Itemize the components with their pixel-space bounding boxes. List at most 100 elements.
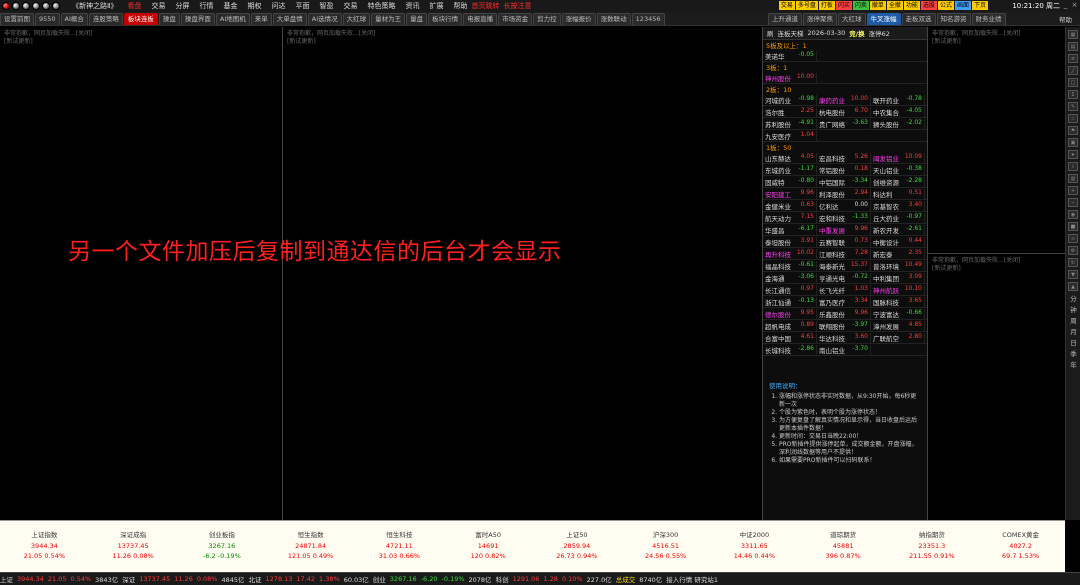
stock-name[interactable]: 长江通信 xyxy=(765,285,791,295)
stock-name[interactable]: 中重发展 xyxy=(819,225,845,235)
tab-item[interactable]: 连股策略 xyxy=(88,13,123,25)
stock-name[interactable]: 创维资源 xyxy=(873,177,899,187)
stock-cell[interactable]: 天山铝业 -0.38 xyxy=(871,164,925,175)
index-item[interactable]: 恒生指数 24871.84 121.05 0.49% xyxy=(266,521,355,572)
refresh-button[interactable]: 刷 xyxy=(767,28,774,38)
index-item[interactable]: 中证2000 3311.65 14.46 0.44% xyxy=(710,521,799,572)
menu-item[interactable]: 看盘 xyxy=(127,2,141,10)
minimize-icon[interactable]: _ xyxy=(1061,1,1070,10)
stock-name[interactable]: 航天动力 xyxy=(765,213,791,223)
toolbar-link-icon[interactable]: ∞ xyxy=(1068,234,1078,243)
stock-name[interactable]: 科达利 xyxy=(873,189,893,199)
index-item[interactable]: 创业板指 3267.16 -6.2 -0.19% xyxy=(178,521,267,572)
stock-name[interactable]: 普洛环境 xyxy=(873,261,899,271)
index-item[interactable]: 深证成指 13737.45 11.26 0.08% xyxy=(89,521,178,572)
stock-cell[interactable]: 苏利股份 -4.91 xyxy=(763,118,817,129)
stock-name[interactable]: 京基智农 xyxy=(873,201,899,211)
stock-cell[interactable]: 泰坦股份 3.91 xyxy=(763,236,817,247)
stock-name[interactable]: 浩尔胜 xyxy=(765,107,785,117)
stock-name[interactable]: 亨通光电 xyxy=(819,273,845,283)
retry-text[interactable]: [新试更新] xyxy=(932,265,1061,273)
stock-cell[interactable]: 美诺华 -0.05 xyxy=(763,50,817,61)
toolbar-pen-icon[interactable]: ✎ xyxy=(1068,102,1078,111)
stock-name[interactable]: 联翔股份 xyxy=(819,321,845,331)
period-button[interactable]: 日 xyxy=(1066,338,1080,349)
stock-cell[interactable]: 丘大药业 -0.97 xyxy=(871,212,925,223)
stock-cell[interactable]: 富乃医疗 3.34 xyxy=(817,296,871,307)
tab-item[interactable]: 大红球 xyxy=(342,13,371,25)
stock-cell[interactable]: 乐鑫股份 9.96 xyxy=(817,308,871,319)
toolbar-tools-icon[interactable]: ⚙ xyxy=(1068,246,1078,255)
stock-cell[interactable]: 利泽股份 2.94 xyxy=(817,188,871,199)
stock-cell[interactable]: 普洛环境 10.49 xyxy=(871,260,925,271)
stock-name[interactable]: 海泰新光 xyxy=(819,261,845,271)
tab-item[interactable]: 操盘 xyxy=(158,13,180,25)
period-button[interactable]: 年 xyxy=(1066,360,1080,371)
ladder-date[interactable]: 2026-03-30 xyxy=(808,29,846,37)
period-button[interactable]: 钟 xyxy=(1066,305,1080,316)
stock-name[interactable]: 东城药业 xyxy=(765,165,791,175)
stock-cell[interactable]: 亿利达 0.00 xyxy=(817,200,871,211)
menu-item[interactable]: 智盈 xyxy=(319,2,333,10)
tab-item[interactable]: 板块行情 xyxy=(428,13,463,25)
toolbar-chart-icon[interactable]: ▤ xyxy=(1068,42,1078,51)
stock-cell[interactable]: 华盛昌 -6.17 xyxy=(763,224,817,235)
tab-item[interactable]: AI概合 xyxy=(60,13,88,25)
toolbar-arrow-icon[interactable]: ➤ xyxy=(1068,150,1078,159)
toolbar-star-icon[interactable]: ☆ xyxy=(1068,114,1078,123)
menu-item[interactable]: 分屏 xyxy=(175,2,189,10)
stock-name[interactable]: 超帆电成 xyxy=(765,321,791,331)
stock-name[interactable]: 神州航跃 xyxy=(873,285,899,295)
stock-cell[interactable]: 九安医疗 1.04 xyxy=(763,130,817,141)
stock-name[interactable]: 漳州发展 xyxy=(873,321,899,331)
stock-cell[interactable]: 神州股份 10.00 xyxy=(763,72,817,83)
stock-name[interactable]: 江顺科技 xyxy=(819,249,845,259)
right-tab-item[interactable]: 涨停聚焦 xyxy=(803,13,837,25)
index-item[interactable]: 沪深300 4516.51 24.56 0.55% xyxy=(621,521,710,572)
window-dot-5[interactable] xyxy=(42,2,50,10)
toolbar-minus-icon[interactable]: − xyxy=(1068,198,1078,207)
stock-name[interactable]: 泰坦股份 xyxy=(765,237,791,247)
tool-button[interactable]: 下页 xyxy=(971,1,988,10)
stock-name[interactable]: 乐鑫股份 xyxy=(819,309,845,319)
period-button[interactable]: 季 xyxy=(1066,349,1080,360)
stock-cell[interactable]: 中农集合 -4.05 xyxy=(871,106,925,117)
stock-name[interactable]: 杭电股份 xyxy=(819,107,845,117)
tab-item[interactable]: AI地图机 xyxy=(215,13,250,25)
menu-item[interactable]: 帮助 xyxy=(453,2,467,10)
tool-button[interactable]: 功能 xyxy=(903,1,920,10)
stock-name[interactable]: 中铝国际 xyxy=(819,177,845,187)
stock-name[interactable]: 亿利达 xyxy=(819,201,839,211)
tool-button[interactable]: 多号盘 xyxy=(795,1,818,10)
tab-item[interactable]: 量材为王 xyxy=(371,13,406,25)
stock-name[interactable]: 中利集团 xyxy=(873,273,899,283)
right-tab-item[interactable]: 上升通道 xyxy=(768,13,802,25)
stock-cell[interactable]: 长江通信 0.97 xyxy=(763,284,817,295)
tool-button[interactable]: 公式 xyxy=(937,1,954,10)
stock-name[interactable]: 浙江仙通 xyxy=(765,297,791,307)
stock-cell[interactable]: 东城药业 -1.17 xyxy=(763,164,817,175)
retry-text[interactable]: [新试更新] xyxy=(932,38,1061,46)
stock-name[interactable]: 神州股份 xyxy=(765,73,791,83)
stock-cell[interactable]: 安阳建工 9.96 xyxy=(763,188,817,199)
stock-name[interactable]: 德尔股份 xyxy=(765,309,791,319)
stock-cell[interactable]: 联翔股份 -3.97 xyxy=(817,320,871,331)
stock-name[interactable]: 长飞光纤 xyxy=(819,285,845,295)
index-item[interactable]: 恒生科技 4721.11 31.03 0.66% xyxy=(355,521,444,572)
stock-cell[interactable]: 新宏泰 2.35 xyxy=(871,248,925,259)
menu-item[interactable]: 行情 xyxy=(199,2,213,10)
stock-name[interactable]: 苏利股份 xyxy=(765,119,791,129)
tab-item[interactable]: 设置前图 xyxy=(0,13,34,25)
stock-name[interactable]: 固威特 xyxy=(765,177,785,187)
ladder-title[interactable]: 连板天梯 xyxy=(778,28,804,38)
right-tab-item[interactable]: 走板双选 xyxy=(901,13,936,25)
stock-name[interactable]: 利泽股份 xyxy=(819,189,845,199)
toolbar-line-icon[interactable]: ╱ xyxy=(1068,66,1078,75)
toolbar-grid-icon[interactable]: ▦ xyxy=(1068,30,1078,39)
menu-item[interactable]: 基金 xyxy=(223,2,237,10)
stock-cell[interactable]: 宏和科技 -1.33 xyxy=(817,212,871,223)
tab-item[interactable]: 涨幅报价 xyxy=(561,13,596,25)
help-button[interactable]: 帮助 xyxy=(1059,14,1072,24)
retry-text[interactable]: [新试更新] xyxy=(287,38,758,46)
stock-name[interactable]: 安阳建工 xyxy=(765,189,791,199)
